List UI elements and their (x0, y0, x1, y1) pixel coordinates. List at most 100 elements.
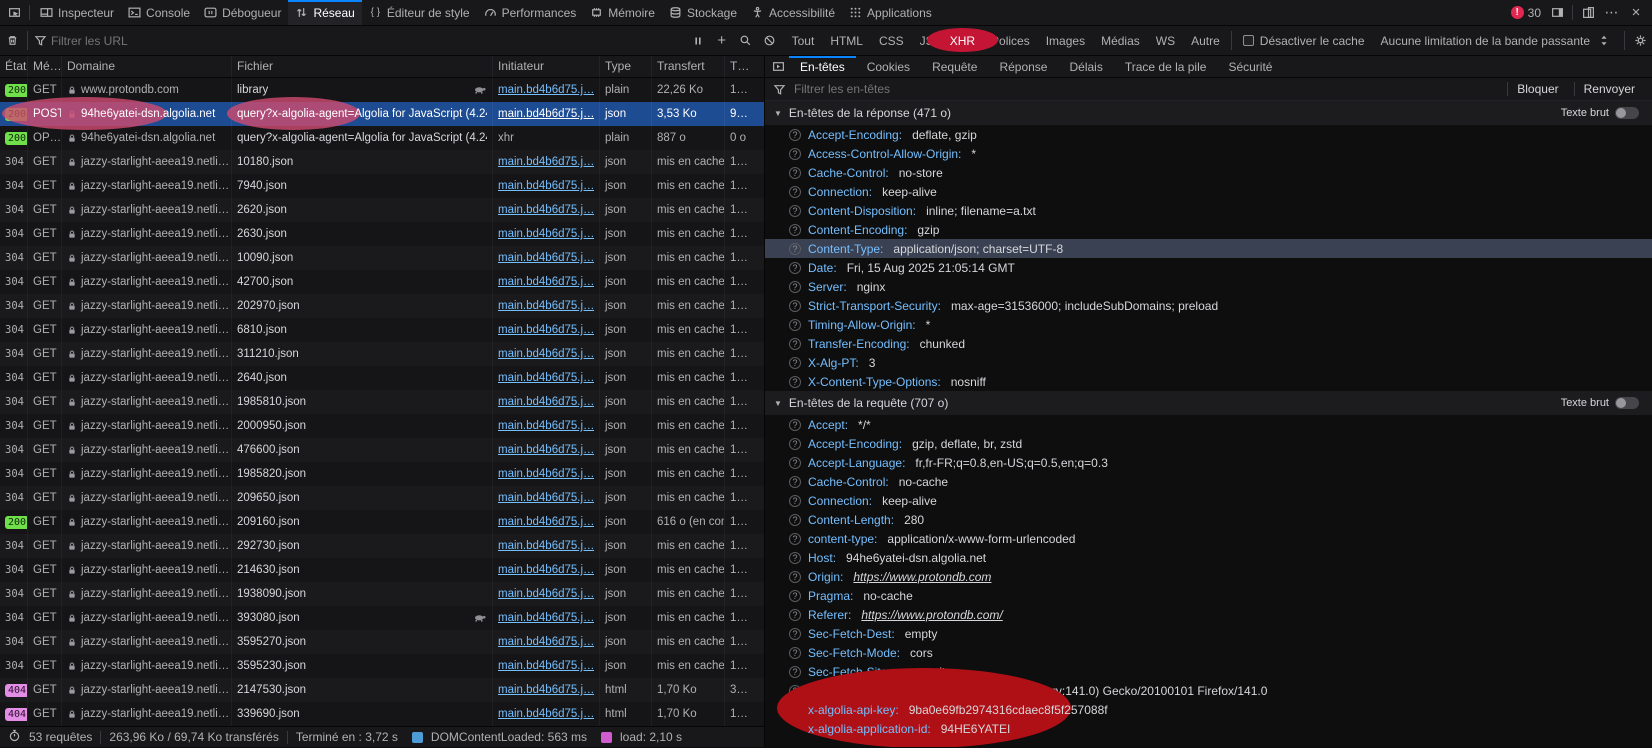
table-row[interactable]: 304GETjazzy-starlight-aeea19.netli…2640.… (0, 366, 764, 390)
expand-panel-button[interactable] (767, 56, 789, 77)
header-row[interactable]: ?Accept-Languagefr,fr-FR;q=0.8,en-US;q=0… (765, 453, 1652, 472)
filter-media[interactable]: Médias (1093, 26, 1148, 55)
header-row[interactable]: ?Content-Typeapplication/json; charset=U… (765, 239, 1652, 258)
details-tab-stack-trace[interactable]: Trace de la pile (1114, 56, 1218, 77)
initiator-link[interactable]: main.bd4b6d75.j… (498, 84, 594, 96)
initiator-link[interactable]: main.bd4b6d75.j… (498, 564, 594, 576)
header-row[interactable]: ?Connectionkeep-alive (765, 182, 1652, 201)
question-circle-icon[interactable]: ? (789, 167, 801, 179)
pick-element-button[interactable] (2, 0, 26, 25)
throttle-select[interactable]: Aucune limitation de la bande passante (1373, 26, 1621, 55)
header-row[interactable]: ?X-Alg-PT3 (765, 353, 1652, 372)
filter-css[interactable]: CSS (871, 26, 912, 55)
question-circle-icon[interactable]: ? (789, 224, 801, 236)
tab-style-editor[interactable]: { }Éditeur de style (362, 0, 477, 25)
filter-xhr[interactable]: XHR (942, 26, 983, 55)
initiator-link[interactable]: main.bd4b6d75.j… (498, 348, 594, 360)
tab-storage[interactable]: Stockage (662, 0, 744, 25)
responsive-mode-button[interactable] (1576, 0, 1600, 25)
tab-applications[interactable]: Applications (842, 0, 939, 25)
tab-debugger[interactable]: Débogueur (197, 0, 288, 25)
raw-toggle-switch[interactable] (1615, 107, 1639, 119)
header-row[interactable]: ?Connectionkeep-alive (765, 491, 1652, 510)
initiator-link[interactable]: main.bd4b6d75.j… (498, 516, 594, 528)
table-row[interactable]: 304GETjazzy-starlight-aeea19.netli…20297… (0, 294, 764, 318)
column-header-method[interactable]: Mé… (28, 56, 62, 77)
initiator-link[interactable]: main.bd4b6d75.j… (498, 636, 594, 648)
raw-toggle-switch[interactable] (1615, 397, 1639, 409)
header-row[interactable]: ?x-algolia-api-key9ba0e69fb2974316cdaec8… (765, 700, 1652, 719)
initiator-link[interactable]: main.bd4b6d75.j… (498, 180, 594, 192)
initiator-link[interactable]: main.bd4b6d75.j… (498, 228, 594, 240)
question-circle-icon[interactable]: ? (789, 205, 801, 217)
initiator-link[interactable]: main.bd4b6d75.j… (498, 660, 594, 672)
dock-side-button[interactable] (1545, 0, 1569, 25)
resend-button[interactable]: Renvoyer (1574, 82, 1644, 96)
header-value-link[interactable]: https://www.protondb.com (853, 570, 991, 584)
header-value-link[interactable]: https://www.protondb.com/ (861, 608, 1002, 622)
table-row[interactable]: 304GETjazzy-starlight-aeea19.netli…7940.… (0, 174, 764, 198)
question-circle-icon[interactable]: ? (789, 281, 801, 293)
menu-button[interactable]: ⋯ (1600, 0, 1624, 25)
initiator-link[interactable]: main.bd4b6d75.j… (498, 204, 594, 216)
header-row[interactable]: ?Access-Control-Allow-Origin* (765, 144, 1652, 163)
table-row[interactable]: 304GETjazzy-starlight-aeea19.netli…31121… (0, 342, 764, 366)
table-row[interactable]: 304GETjazzy-starlight-aeea19.netli…20965… (0, 486, 764, 510)
table-row[interactable]: 304GETjazzy-starlight-aeea19.netli…19380… (0, 582, 764, 606)
details-tab-security[interactable]: Sécurité (1217, 56, 1283, 77)
question-circle-icon[interactable]: ? (789, 647, 801, 659)
table-row[interactable]: 404GETjazzy-starlight-aeea19.netli…21475… (0, 678, 764, 702)
header-row[interactable]: ?X-Content-Type-Optionsnosniff (765, 372, 1652, 391)
initiator-link[interactable]: main.bd4b6d75.j… (498, 540, 594, 552)
table-row[interactable]: 304GETjazzy-starlight-aeea19.netli…29273… (0, 534, 764, 558)
block-url-button[interactable]: Bloquer (1507, 82, 1567, 96)
question-circle-icon[interactable]: ? (789, 148, 801, 160)
details-tab-headers[interactable]: En-têtes (789, 56, 856, 77)
question-circle-icon[interactable]: ? (789, 338, 801, 350)
header-row[interactable]: ?Cache-Controlno-store (765, 163, 1652, 182)
header-row[interactable]: ?Strict-Transport-Securitymax-age=315360… (765, 296, 1652, 315)
header-row[interactable]: ?Servernginx (765, 277, 1652, 296)
table-row[interactable]: 304GETjazzy-starlight-aeea19.netli…19858… (0, 462, 764, 486)
headers-filter-input[interactable] (792, 81, 1501, 97)
response-headers-section-header[interactable]: ▼ En-têtes de la réponse (471 o) Texte b… (765, 101, 1652, 125)
header-row[interactable]: ?Sec-Fetch-Destempty (765, 624, 1652, 643)
column-header-domain[interactable]: Domaine (62, 56, 232, 77)
table-row[interactable]: 200GETwww.protondb.comlibrarymain.bd4b6d… (0, 78, 764, 102)
initiator-link[interactable]: main.bd4b6d75.j… (498, 468, 594, 480)
clear-requests-button[interactable] (0, 26, 24, 55)
header-row[interactable]: ?Sec-Fetch-Sitecross-site (765, 662, 1652, 681)
question-circle-icon[interactable]: ? (789, 552, 801, 564)
question-circle-icon[interactable]: ? (789, 376, 801, 388)
question-circle-icon[interactable]: ? (789, 262, 801, 274)
tab-memory[interactable]: Mémoire (583, 0, 662, 25)
initiator-link[interactable]: main.bd4b6d75.j… (498, 708, 594, 720)
header-row[interactable]: ?Content-Length280 (765, 510, 1652, 529)
block-requests-button[interactable] (758, 26, 782, 55)
initiator-link[interactable]: main.bd4b6d75.j… (498, 324, 594, 336)
question-circle-icon[interactable]: ? (789, 419, 801, 431)
pause-recording-button[interactable] (686, 26, 710, 55)
column-header-time[interactable]: T… (725, 56, 764, 77)
initiator-link[interactable]: main.bd4b6d75.j… (498, 444, 594, 456)
question-circle-icon[interactable]: ? (789, 438, 801, 450)
header-row[interactable]: ?Accept-Encodinggzip, deflate, br, zstd (765, 434, 1652, 453)
header-row[interactable]: ?User-AgentMozilla/5.0 (X11; Linux x86_6… (765, 681, 1652, 700)
question-circle-icon[interactable]: ? (789, 186, 801, 198)
header-row[interactable]: ?Content-Encodinggzip (765, 220, 1652, 239)
header-row[interactable]: ?Pragmano-cache (765, 586, 1652, 605)
details-tab-request[interactable]: Requête (921, 56, 988, 77)
header-row[interactable]: ?Content-Dispositioninline; filename=a.t… (765, 201, 1652, 220)
question-circle-icon[interactable]: ? (789, 300, 801, 312)
initiator-link[interactable]: main.bd4b6d75.j… (498, 108, 594, 120)
network-settings-gear-button[interactable] (1628, 26, 1652, 55)
tab-network[interactable]: Réseau (288, 0, 361, 25)
question-circle-icon[interactable]: ? (789, 514, 801, 526)
error-count-badge[interactable]: ! 30 (1507, 0, 1545, 25)
header-row[interactable]: ?DateFri, 15 Aug 2025 21:05:14 GMT (765, 258, 1652, 277)
initiator-link[interactable]: main.bd4b6d75.j… (498, 684, 594, 696)
header-row[interactable]: ?Refererhttps://www.protondb.com/ (765, 605, 1652, 624)
column-header-status[interactable]: État (0, 56, 28, 77)
table-row[interactable]: 304GETjazzy-starlight-aeea19.netli…42700… (0, 270, 764, 294)
question-circle-icon[interactable]: ? (789, 685, 801, 697)
